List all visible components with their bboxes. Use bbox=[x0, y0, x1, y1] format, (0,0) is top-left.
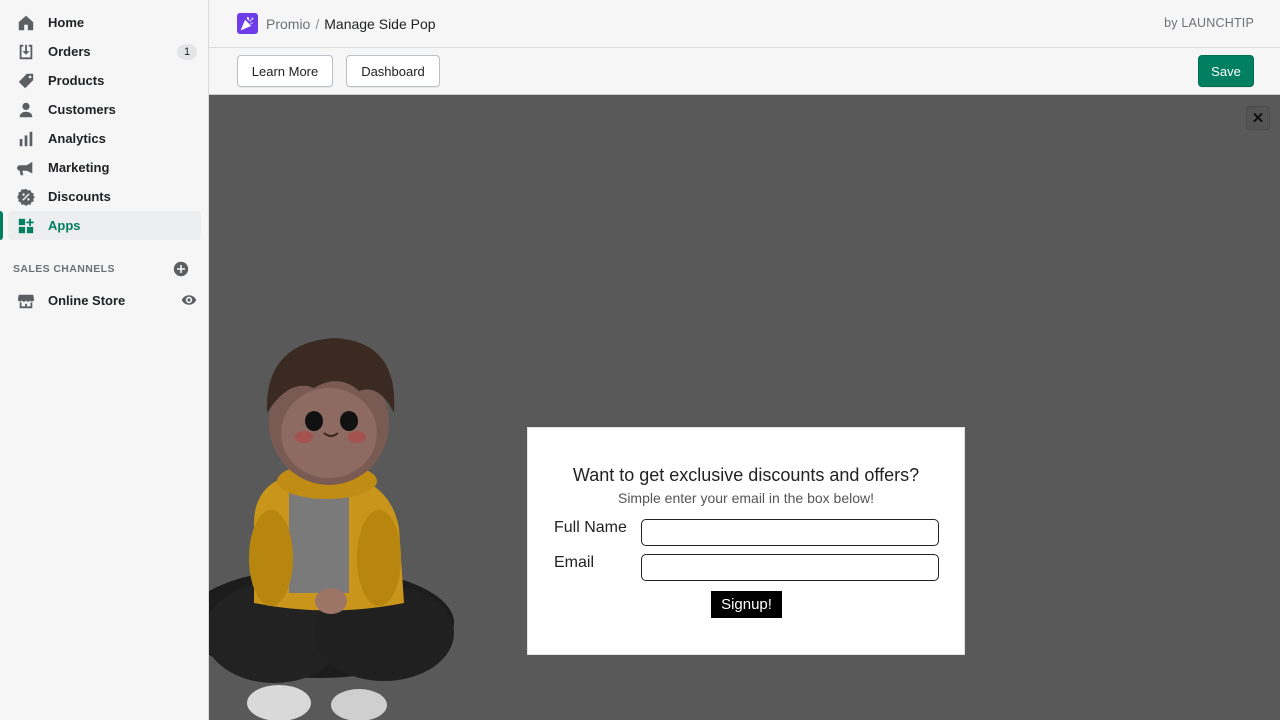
sidebar-item-marketing[interactable]: Marketing bbox=[8, 153, 201, 182]
sidebar-item-online-store[interactable]: Online Store bbox=[8, 286, 201, 315]
sidebar-item-label: Online Store bbox=[48, 293, 126, 308]
sidebar-item-label: Home bbox=[48, 15, 85, 30]
bar-chart-icon bbox=[17, 130, 35, 148]
dashboard-button[interactable]: Dashboard bbox=[346, 55, 440, 87]
email-label: Email bbox=[554, 554, 595, 571]
sidebar-item-products[interactable]: Products bbox=[8, 66, 201, 95]
sidebar: Home Orders 1 Products Customers Analyti… bbox=[0, 0, 209, 720]
popup-title: Want to get exclusive discounts and offe… bbox=[572, 465, 920, 485]
sidebar-item-label: Orders bbox=[48, 44, 91, 59]
orders-icon bbox=[17, 43, 35, 61]
app-header: Promio / Manage Side Pop by LAUNCHTIP bbox=[209, 0, 1280, 48]
breadcrumb-separator: / bbox=[315, 15, 320, 32]
sidebar-item-home[interactable]: Home bbox=[8, 8, 201, 37]
sidebar-item-analytics[interactable]: Analytics bbox=[8, 124, 201, 153]
sales-channels-title: SALES CHANNELS bbox=[13, 263, 115, 275]
sales-channel-row: Online Store bbox=[0, 286, 208, 315]
main-nav: Home Orders 1 Products Customers Analyti… bbox=[0, 0, 208, 240]
sidebar-item-apps[interactable]: Apps bbox=[0, 211, 201, 240]
learn-more-button[interactable]: Learn More bbox=[237, 55, 333, 87]
store-icon bbox=[17, 292, 35, 310]
sidebar-item-label: Customers bbox=[48, 102, 116, 117]
signup-button[interactable]: Signup! bbox=[711, 591, 782, 618]
signup-popup: Want to get exclusive discounts and offe… bbox=[527, 427, 965, 655]
developer-byline: by LAUNCHTIP bbox=[1164, 16, 1254, 30]
sidebar-item-discounts[interactable]: Discounts bbox=[8, 182, 201, 211]
character-illustration bbox=[209, 338, 454, 720]
close-preview-button[interactable]: ✕ bbox=[1246, 106, 1270, 130]
megaphone-icon bbox=[17, 159, 35, 177]
popup-subtitle: Simple enter your email in the box below… bbox=[617, 490, 875, 506]
action-toolbar: Learn More Dashboard Save bbox=[209, 48, 1280, 95]
discount-icon bbox=[17, 188, 35, 206]
full-name-input[interactable] bbox=[641, 519, 939, 546]
sidebar-item-label: Apps bbox=[48, 218, 81, 233]
eye-icon[interactable] bbox=[181, 292, 197, 308]
add-sales-channel-icon[interactable] bbox=[173, 261, 189, 277]
sidebar-item-label: Products bbox=[48, 73, 105, 88]
person-icon bbox=[17, 101, 35, 119]
orders-count-badge: 1 bbox=[177, 44, 197, 60]
tag-icon bbox=[17, 72, 35, 90]
promio-app-logo bbox=[237, 13, 258, 34]
full-name-label: Full Name bbox=[554, 519, 627, 536]
email-input[interactable] bbox=[641, 554, 939, 581]
save-button[interactable]: Save bbox=[1198, 55, 1254, 87]
sidebar-item-label: Marketing bbox=[48, 160, 110, 175]
sales-channels-header: SALES CHANNELS bbox=[0, 257, 208, 281]
breadcrumb-app-link[interactable]: Promio bbox=[266, 16, 310, 32]
side-pop-preview: ✕ Want to get exclusive discounts and of… bbox=[209, 95, 1280, 720]
home-icon bbox=[17, 14, 35, 32]
page-title: Manage Side Pop bbox=[324, 15, 436, 32]
sidebar-item-label: Analytics bbox=[48, 131, 106, 146]
sidebar-item-customers[interactable]: Customers bbox=[8, 95, 201, 124]
sidebar-item-label: Discounts bbox=[48, 189, 111, 204]
apps-icon bbox=[17, 217, 35, 235]
sidebar-item-orders[interactable]: Orders 1 bbox=[8, 37, 201, 66]
